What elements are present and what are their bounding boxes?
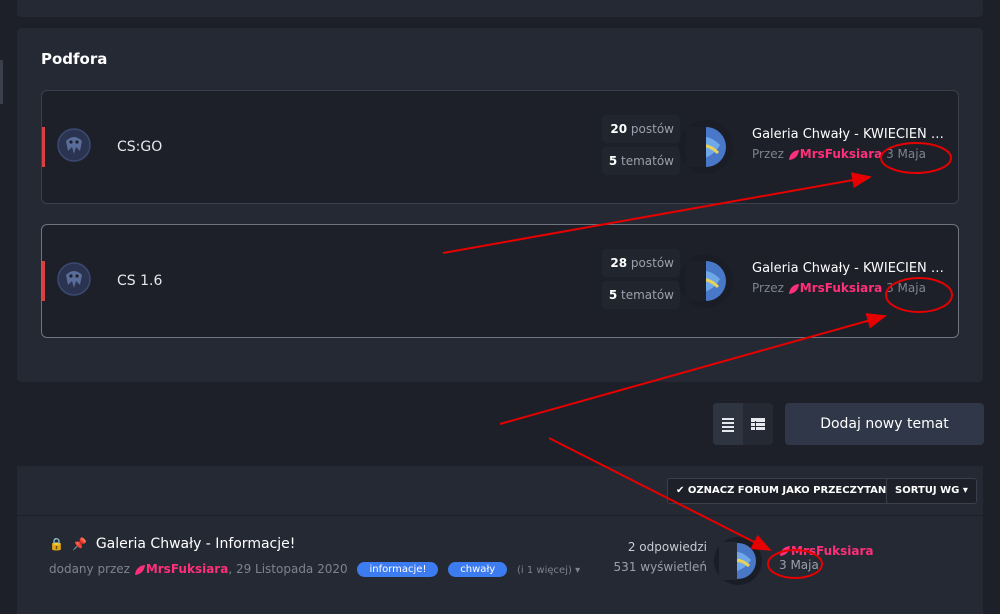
check-icon: ✔ [676, 485, 685, 496]
topic-title-link[interactable]: Galeria Chwały - Informacje! [96, 536, 296, 552]
last-reply-date: 3 Maja [779, 558, 819, 572]
last-poster-avatar[interactable] [678, 253, 734, 309]
leaf-icon [780, 545, 790, 556]
last-post-meta: Przez MrsFuksiara 3 Maja [752, 147, 926, 161]
topics-label: tematów [621, 154, 674, 168]
topic-list-toolbar: ✔ OZNACZ FORUM JAKO PRZECZYTANE SORTUJ W… [17, 466, 983, 516]
last-poster-avatar[interactable] [713, 536, 763, 586]
topics-label: tematów [621, 288, 674, 302]
topics-count-box: 5 tematów [602, 281, 680, 309]
topic-date: , 29 Listopada 2020 [228, 562, 348, 576]
mark-forum-read-button[interactable]: ✔ OZNACZ FORUM JAKO PRZECZYTANE [667, 478, 903, 504]
leaf-icon [788, 149, 799, 160]
new-topic-button[interactable]: Dodaj nowy temat [785, 403, 984, 445]
topic-meta: dodany przez MrsFuksiara, 29 Listopada 2… [49, 562, 580, 577]
last-post-title[interactable]: Galeria Chwały - KWIECIEŃ 2021 [752, 261, 947, 276]
topic-list-panel: ✔ OZNACZ FORUM JAKO PRZECZYTANE SORTUJ W… [17, 466, 983, 614]
pin-icon: 📌 [72, 537, 88, 551]
topics-count-box: 5 tematów [602, 147, 680, 175]
table-row[interactable]: 🔒 📌 Galeria Chwały - Informacje! dodany … [17, 516, 983, 614]
list-view-button[interactable] [713, 403, 743, 445]
subforums-title: Podfora [41, 50, 108, 68]
last-post-date: 3 Maja [886, 281, 926, 295]
subforum-card-cs16[interactable]: CS 1.6 28 postów 5 tematów Galeria Chwał… [41, 224, 959, 338]
mark-read-label: OZNACZ FORUM JAKO PRZECZYTANE [687, 485, 894, 496]
by-label: Przez [752, 147, 784, 161]
posts-count: 28 [610, 256, 628, 270]
unread-indicator [42, 127, 45, 167]
posts-label: postów [630, 122, 674, 136]
last-reply-author: MrsFuksiara [779, 540, 874, 559]
last-post-author-link[interactable]: MrsFuksiara [800, 281, 883, 295]
table-view-button[interactable] [743, 403, 773, 445]
topic-author-link[interactable]: MrsFuksiara [146, 562, 229, 576]
more-tags-link[interactable]: (i 1 więcej) ▾ [517, 565, 580, 576]
posts-label: postów [630, 256, 674, 270]
views-count: 531 wyświetleń [613, 560, 707, 574]
tag-informacje[interactable]: informacje! [357, 562, 439, 577]
posts-count: 20 [610, 122, 628, 136]
sort-by-button[interactable]: SORTUJ WG ▾ [886, 478, 977, 504]
view-toggle [713, 403, 773, 445]
subforum-card-csgo[interactable]: CS:GO 20 postów 5 tematów Galeria Chwały… [41, 90, 959, 204]
list-icon [722, 418, 734, 432]
table-icon [751, 418, 765, 430]
forum-logo-icon [57, 128, 91, 162]
tag-chwaly[interactable]: chwały [448, 562, 508, 577]
by-label: Przez [752, 281, 784, 295]
chevron-down-icon: ▾ [962, 485, 968, 496]
last-post-meta: Przez MrsFuksiara 3 Maja [752, 281, 926, 295]
topics-count: 5 [608, 154, 618, 168]
subforum-name[interactable]: CS:GO [117, 139, 162, 155]
topics-count: 5 [608, 288, 618, 302]
chevron-down-icon: ▾ [575, 565, 581, 576]
sort-label: SORTUJ WG [895, 485, 960, 496]
topic-title-line: 🔒 📌 Galeria Chwały - Informacje! [49, 536, 295, 552]
posts-count-box: 28 postów [602, 249, 680, 277]
leaf-icon [134, 564, 145, 575]
top-panel [17, 0, 983, 17]
last-post-author-link[interactable]: MrsFuksiara [800, 147, 883, 161]
more-tags-label: (i 1 więcej) [517, 565, 572, 576]
leaf-icon [788, 283, 799, 294]
last-post-title[interactable]: Galeria Chwały - KWIECIEŃ 2021 [752, 127, 947, 142]
last-reply-author-link[interactable]: MrsFuksiara [791, 544, 874, 558]
subforums-panel: Podfora CS:GO 20 postów 5 tematów Galeri… [17, 28, 983, 382]
unread-indicator [42, 261, 45, 301]
posts-count-box: 20 postów [602, 115, 680, 143]
added-by-label: dodany przez [49, 562, 130, 576]
forum-logo-icon [57, 262, 91, 296]
lock-icon: 🔒 [49, 537, 64, 551]
subforum-name[interactable]: CS 1.6 [117, 273, 162, 289]
replies-count: 2 odpowiedzi [627, 540, 707, 554]
last-poster-avatar[interactable] [678, 119, 734, 175]
left-edge-line [0, 60, 3, 104]
last-post-date: 3 Maja [886, 147, 926, 161]
